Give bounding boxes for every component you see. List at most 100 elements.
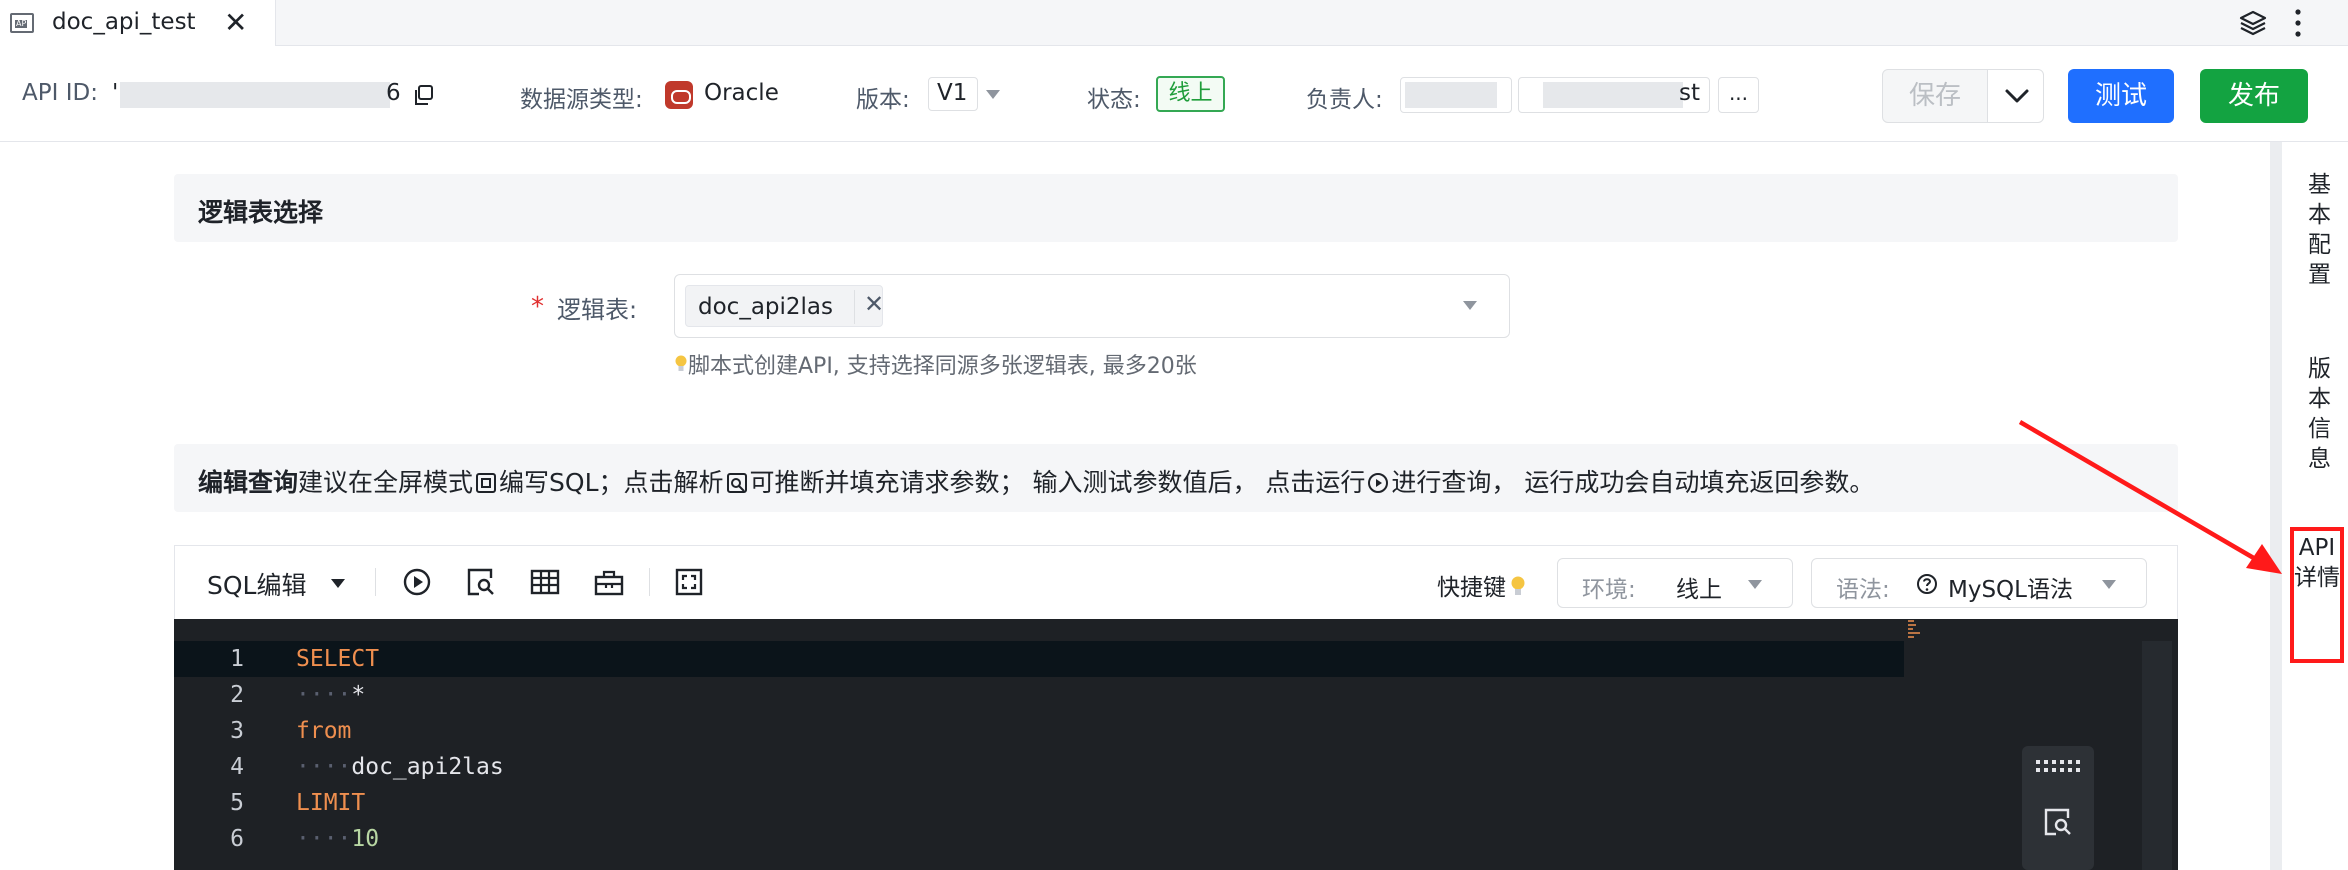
required-mark: * [531, 292, 544, 322]
version-select[interactable]: V1 [928, 77, 978, 111]
parse-icon[interactable] [465, 566, 497, 598]
lightbulb-icon [675, 355, 687, 371]
save-button[interactable]: 保存 [1882, 69, 1988, 123]
sql-code-editor[interactable]: 1 SELECT 2 ····* 3 from 4 ····doc_api2la… [174, 619, 2178, 870]
toolbar-divider [375, 568, 376, 596]
line-number: 6 [230, 826, 244, 852]
table-icon[interactable] [529, 566, 561, 598]
floating-tool-panel [2022, 746, 2094, 870]
api-id-prefix: ' [112, 80, 119, 106]
more-vertical-icon[interactable] [2290, 6, 2306, 40]
indent-guide: ···· [296, 682, 352, 708]
logic-table-hint: 脚本式创建API, 支持选择同源多张逻辑表, 最多20张 [674, 348, 1197, 380]
edit-desc-part-1: 建议在全屏模式 [298, 468, 474, 497]
line-number: 1 [230, 646, 244, 672]
version-label: 版本: [856, 87, 910, 113]
parse-icon[interactable] [2042, 806, 2074, 838]
line-number: 4 [230, 754, 244, 780]
sidebar-item-basic-config[interactable]: 基本配置 [2308, 170, 2331, 290]
owner-suffix: st [1679, 80, 1701, 106]
edit-query-description: 编辑查询建议在全屏模式 编写SQL；点击解析 可推断并填充请求参数； 输入测试参… [198, 463, 1874, 499]
editor-scrollbar[interactable] [2142, 641, 2172, 870]
sql-mode-dropdown[interactable]: SQL编辑 [207, 566, 306, 602]
owner-chip-2[interactable]: st [1518, 77, 1710, 113]
api-id-suffix: 6 [386, 80, 401, 106]
copy-icon[interactable] [412, 84, 434, 106]
owner-redacted-2 [1543, 82, 1683, 108]
logic-table-tag-text: doc_api2las [698, 294, 834, 320]
status-badge: 线上 [1156, 76, 1225, 112]
status-label: 状态: [1087, 87, 1141, 113]
code-line: 2 ····* [174, 677, 1904, 713]
select-caret-icon[interactable] [1463, 301, 1477, 310]
code-text: * [351, 682, 366, 708]
sidebar-item-api-detail-label: API详情 [2294, 535, 2340, 591]
layers-icon[interactable] [2238, 8, 2268, 38]
shortcut-label: 快捷键 [1437, 575, 1506, 601]
code-line: 3 from [174, 713, 1904, 749]
owner-chip-1[interactable] [1400, 77, 1512, 113]
edit-query-title: 编辑查询 [198, 468, 299, 497]
tag-divider [854, 290, 855, 324]
logic-table-label: 逻辑表: [557, 296, 638, 324]
code-line: 1 SELECT [174, 641, 1904, 677]
sidebar-item-version-info[interactable]: 版本信息 [2308, 354, 2331, 474]
syntax-caret-icon [2102, 580, 2116, 589]
code-minimap[interactable] [1906, 619, 1926, 643]
tag-remove-icon[interactable]: ✕ [864, 290, 884, 318]
logic-table-tag: doc_api2las ✕ [685, 285, 884, 327]
tab-close-icon[interactable]: ✕ [224, 6, 247, 39]
line-number: 5 [230, 790, 244, 816]
fullscreen-icon[interactable] [673, 566, 705, 598]
parse-icon [726, 473, 747, 493]
line-number: 3 [230, 718, 244, 744]
owner-label: 负责人: [1306, 87, 1383, 113]
code-keyword: LIMIT [296, 790, 366, 816]
code-line: 4 ····doc_api2las [174, 749, 1904, 785]
api-header-toolbar: API ID: ' 6 数据源类型: Oracle 版本: V1 状态: 线上 … [0, 46, 2348, 142]
logic-table-section-header: 逻辑表选择 [174, 174, 2178, 242]
owner-redacted-1 [1405, 82, 1497, 108]
edit-desc-part-3: 可推断并填充请求参数； 输入测试参数值后， 点击运行 [749, 468, 1366, 497]
code-keyword: SELECT [296, 646, 380, 672]
code-line: 5 LIMIT [174, 785, 1904, 821]
code-number: 10 [351, 826, 380, 852]
logic-table-select[interactable]: doc_api2las ✕ [674, 274, 1510, 338]
environment-select[interactable]: 环境: 线上 [1557, 558, 1793, 608]
logic-table-section-title: 逻辑表选择 [198, 198, 324, 227]
line-number: 2 [230, 682, 244, 708]
save-menu-button[interactable] [1987, 69, 2044, 123]
tab-doc-api-test[interactable]: doc_api_test ✕ [0, 0, 276, 46]
hint-text: 脚本式创建API, 支持选择同源多张逻辑表, 最多20张 [688, 354, 1197, 379]
toolbar-divider [649, 568, 650, 596]
version-caret-icon[interactable] [986, 90, 1000, 99]
run-icon[interactable] [401, 566, 433, 598]
chevron-down-icon [2005, 89, 2029, 103]
drag-handle-icon[interactable] [2036, 760, 2080, 774]
indent-guide: ···· [296, 826, 352, 852]
datasource-label: 数据源类型: [520, 87, 643, 113]
shortcut-link[interactable]: 快捷键 [1437, 568, 1526, 602]
mode-caret-icon[interactable] [331, 579, 345, 588]
lightbulb-icon [1511, 576, 1525, 595]
datasource-value: Oracle [704, 80, 779, 106]
edit-query-section-header: 编辑查询建议在全屏模式 编写SQL；点击解析 可推断并填充请求参数； 输入测试参… [174, 444, 2178, 512]
tab-title: doc_api_test [52, 9, 196, 35]
sidebar-item-api-detail[interactable]: API详情 [2290, 527, 2344, 663]
code-text: doc_api2las [351, 754, 504, 780]
fullscreen-icon [476, 473, 497, 493]
publish-button[interactable]: 发布 [2200, 69, 2308, 123]
syntax-label: 语法: [1836, 577, 1890, 603]
api-id-label: API ID: [22, 80, 98, 106]
owner-more-button[interactable]: ... [1718, 77, 1759, 113]
tab-bar: doc_api_test ✕ [0, 0, 2348, 46]
code-line: 6 ····10 [174, 821, 1904, 857]
annotation-arrow [2018, 420, 2282, 574]
toolbox-icon[interactable] [593, 566, 625, 598]
env-caret-icon [1748, 580, 1762, 589]
help-icon[interactable] [1916, 573, 1938, 595]
env-label: 环境: [1582, 577, 1636, 603]
test-button[interactable]: 测试 [2068, 69, 2174, 123]
edit-desc-part-4: 进行查询， 运行成功会自动填充返回参数。 [1391, 468, 1875, 497]
api-id-redacted [120, 82, 390, 108]
